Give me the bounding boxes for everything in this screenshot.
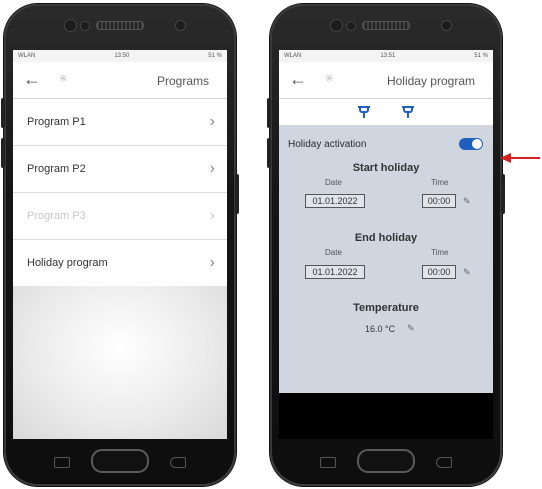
blank-screen-area bbox=[279, 393, 493, 439]
status-bar: WLAN 13:51 51 % bbox=[279, 50, 493, 62]
list-item-label: Program P1 bbox=[27, 116, 86, 128]
volume-down-button bbox=[267, 138, 271, 168]
power-button bbox=[235, 174, 239, 214]
holiday-activation-row: Holiday activation bbox=[288, 136, 483, 152]
temperature-value: 16.0 °C bbox=[365, 324, 396, 334]
app-header: ← ※ Programs bbox=[13, 62, 227, 99]
back-key[interactable] bbox=[170, 457, 186, 468]
app-header: ← ※ Holiday program bbox=[279, 62, 493, 99]
sensor-icon bbox=[330, 19, 343, 32]
chevron-right-icon: › bbox=[209, 254, 215, 271]
tap-icon[interactable] bbox=[358, 106, 370, 118]
pencil-icon[interactable]: ✎ bbox=[463, 196, 471, 207]
list-item-program-p2[interactable]: Program P2 › bbox=[13, 146, 227, 193]
list-item-label: Program P2 bbox=[27, 163, 86, 175]
earpiece-speaker bbox=[362, 21, 410, 30]
sensor-icon bbox=[64, 19, 77, 32]
status-time: 13:50 bbox=[114, 53, 130, 59]
toggle-knob bbox=[472, 139, 482, 149]
volume-down-button bbox=[1, 138, 5, 168]
list-item-label: Program P3 bbox=[27, 210, 86, 222]
toolbar bbox=[279, 99, 493, 126]
bluetooth-icon: ※ bbox=[59, 74, 68, 85]
holiday-panel: Holiday activation Start holiday Date Ti… bbox=[279, 126, 493, 393]
status-carrier: WLAN bbox=[284, 53, 302, 59]
end-date-label: Date bbox=[325, 248, 342, 257]
screen: WLAN 13:51 51 % ← ※ Holiday program Holi… bbox=[279, 50, 493, 439]
status-bar: WLAN 13:50 51 % bbox=[13, 50, 227, 62]
program-list: Program P1 › Program P2 › Program P3 › H… bbox=[13, 99, 227, 287]
screen: WLAN 13:50 51 % ← ※ Programs Program P1 … bbox=[13, 50, 227, 439]
temperature-title: Temperature bbox=[353, 302, 419, 314]
power-button bbox=[501, 174, 505, 214]
recent-apps-key[interactable] bbox=[54, 457, 70, 468]
pencil-icon[interactable]: ✎ bbox=[407, 323, 415, 334]
list-item-label: Holiday program bbox=[27, 257, 108, 269]
empty-area bbox=[13, 286, 227, 439]
start-time-label: Time bbox=[431, 178, 449, 187]
tap-icon[interactable] bbox=[402, 106, 414, 118]
volume-up-button bbox=[267, 98, 271, 128]
home-button[interactable] bbox=[357, 449, 415, 473]
list-item-program-p3[interactable]: Program P3 › bbox=[13, 193, 227, 240]
end-time-field[interactable]: 00:00 bbox=[422, 265, 456, 279]
volume-up-button bbox=[1, 98, 5, 128]
sensor-icon bbox=[80, 21, 90, 31]
chevron-right-icon: › bbox=[209, 207, 215, 224]
red-arrow-icon bbox=[500, 153, 540, 163]
holiday-activation-label: Holiday activation bbox=[288, 138, 367, 150]
back-key[interactable] bbox=[436, 457, 452, 468]
chevron-right-icon: › bbox=[209, 113, 215, 130]
sensor-icon bbox=[346, 21, 356, 31]
home-button[interactable] bbox=[91, 449, 149, 473]
chevron-right-icon: › bbox=[209, 160, 215, 177]
end-holiday-title: End holiday bbox=[354, 232, 418, 244]
pencil-icon[interactable]: ✎ bbox=[463, 267, 471, 278]
start-time-field[interactable]: 00:00 bbox=[422, 194, 456, 208]
phone-right: WLAN 13:51 51 % ← ※ Holiday program Holi… bbox=[267, 4, 505, 486]
end-date-field[interactable]: 01.01.2022 bbox=[305, 265, 365, 279]
list-item-program-p1[interactable]: Program P1 › bbox=[13, 99, 227, 146]
status-time: 13:51 bbox=[380, 53, 396, 59]
arrow-left-icon[interactable]: ← bbox=[289, 70, 307, 88]
earpiece-speaker bbox=[96, 21, 144, 30]
status-carrier: WLAN bbox=[18, 53, 36, 59]
front-camera-icon bbox=[441, 20, 452, 31]
start-holiday-title: Start holiday bbox=[352, 162, 420, 174]
page-title: Holiday program bbox=[386, 74, 475, 88]
status-battery: 51 % bbox=[208, 53, 222, 59]
phone-left: WLAN 13:50 51 % ← ※ Programs Program P1 … bbox=[1, 4, 239, 486]
start-date-field[interactable]: 01.01.2022 bbox=[305, 194, 365, 208]
start-date-label: Date bbox=[325, 178, 342, 187]
arrow-left-icon[interactable]: ← bbox=[23, 70, 41, 88]
end-time-label: Time bbox=[431, 248, 449, 257]
front-camera-icon bbox=[175, 20, 186, 31]
bluetooth-icon: ※ bbox=[325, 74, 334, 85]
list-item-holiday-program[interactable]: Holiday program › bbox=[13, 240, 227, 287]
status-battery: 51 % bbox=[474, 53, 488, 59]
page-title: Programs bbox=[156, 74, 209, 88]
recent-apps-key[interactable] bbox=[320, 457, 336, 468]
holiday-activation-toggle[interactable] bbox=[459, 138, 483, 150]
